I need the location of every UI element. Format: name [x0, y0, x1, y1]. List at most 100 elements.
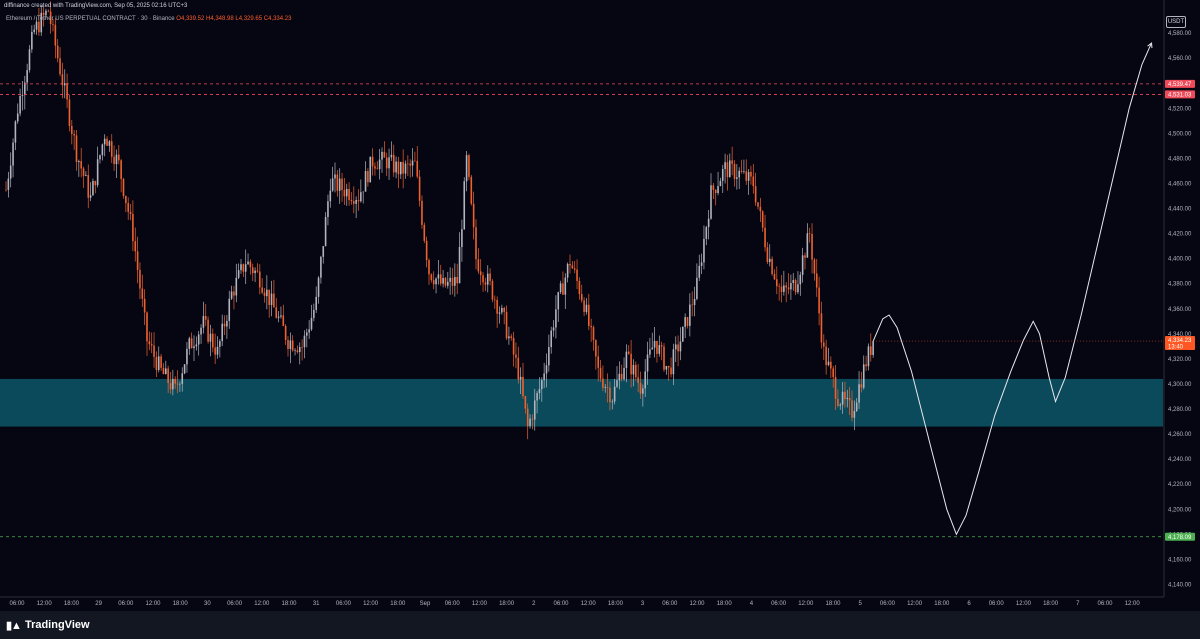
candle-body — [818, 287, 820, 314]
candle-body — [336, 174, 339, 191]
last-price-countdown: 13:40 — [1168, 345, 1184, 351]
candle-body — [397, 161, 400, 175]
x-tick-label: 06:00 — [989, 601, 1005, 607]
tradingview-logo-icon: ▮▲ — [6, 619, 22, 632]
candle-body — [376, 168, 379, 170]
x-tick-label: 31 — [313, 601, 320, 607]
x-tick-label: 12:00 — [689, 601, 705, 607]
candle-body — [545, 365, 548, 374]
candle-body — [223, 323, 226, 327]
candle-body — [813, 259, 816, 274]
candle-body — [639, 382, 642, 394]
candle-body — [559, 283, 562, 293]
candle-body — [209, 333, 212, 342]
candle-body — [416, 160, 419, 177]
candle-body — [656, 340, 658, 354]
candle-body — [512, 337, 515, 355]
candle-body — [45, 10, 47, 16]
price-chart[interactable]: 4,140.004,160.004,180.004,200.004,220.00… — [0, 0, 1200, 639]
candle-body — [364, 171, 367, 192]
candle-body — [625, 351, 628, 368]
candle-body — [830, 361, 832, 369]
candle-body — [310, 317, 313, 330]
y-tick-label: 4,380.00 — [1168, 282, 1192, 288]
candle-body — [195, 344, 198, 347]
candle-body — [167, 368, 169, 384]
candle-body — [844, 391, 846, 400]
candle-body — [437, 274, 440, 279]
candle-body — [482, 275, 484, 283]
candle-body — [381, 151, 383, 160]
candle-body — [226, 320, 228, 327]
candle-body — [327, 201, 329, 217]
candle-body — [444, 277, 447, 286]
candle-body — [783, 285, 785, 292]
candle-body — [56, 45, 59, 59]
candle-body — [120, 160, 122, 179]
candle-body — [407, 163, 409, 165]
candle-body — [101, 144, 104, 156]
y-tick-label: 4,160.00 — [1168, 557, 1192, 563]
candle-body — [63, 83, 66, 86]
candle-body — [602, 378, 604, 388]
x-tick-label: 12:00 — [363, 601, 379, 607]
candle-body — [320, 256, 322, 278]
candle-body — [649, 349, 651, 355]
candle-body — [696, 277, 698, 299]
candle-body — [522, 376, 524, 397]
candle-body — [771, 258, 773, 275]
brand[interactable]: ▮▲ TradingView — [6, 617, 90, 633]
candle-body — [651, 347, 654, 350]
candle-body — [811, 233, 813, 260]
candle-body — [573, 268, 576, 270]
candle-body — [543, 373, 545, 381]
candle-body — [477, 259, 480, 272]
candle-body — [378, 159, 381, 170]
candle-body — [360, 192, 362, 202]
candle-body — [148, 341, 151, 345]
x-tick-label: Sep — [420, 601, 431, 607]
candle-body — [115, 154, 118, 165]
candle-body — [357, 199, 360, 202]
y-tick-label: 4,200.00 — [1168, 507, 1192, 513]
candle-body — [82, 168, 85, 176]
candle-body — [14, 121, 17, 143]
candle-body — [298, 347, 301, 353]
candle-body — [517, 357, 520, 380]
candle-body — [797, 284, 799, 293]
candle-body — [778, 286, 780, 287]
candle-body — [686, 317, 689, 326]
x-tick-label: 12:00 — [145, 601, 161, 607]
y-tick-label: 4,360.00 — [1168, 307, 1192, 313]
x-tick-label: 18:00 — [608, 601, 624, 607]
candle-body — [792, 280, 795, 284]
candle-body — [841, 391, 844, 405]
candle-body — [468, 155, 470, 177]
symbol-legend[interactable]: Ethereum / Tether US PERPETUAL CONTRACT … — [6, 16, 291, 22]
candle-body — [24, 82, 26, 96]
candle-body — [54, 24, 57, 46]
candle-body — [461, 229, 463, 247]
candle-body — [872, 341, 874, 355]
candle-body — [578, 280, 581, 295]
candle-body — [564, 277, 567, 295]
candle-body — [552, 327, 555, 331]
ohlc-close: C4,334.23 — [263, 16, 292, 22]
candle-body — [606, 386, 609, 388]
candle-body — [179, 383, 181, 385]
candle-body — [176, 383, 179, 385]
candle-body — [555, 309, 557, 328]
candle-body — [515, 354, 517, 358]
candle-body — [637, 377, 639, 383]
chart-credit: diffinance created with TradingView.com,… — [4, 3, 188, 9]
candle-body — [96, 159, 99, 186]
candle-body — [665, 366, 668, 370]
candle-body — [125, 195, 127, 204]
candle-body — [620, 373, 623, 380]
currency-unit-button[interactable]: USDT — [1166, 16, 1186, 28]
plot-area[interactable] — [0, 0, 1163, 611]
y-tick-label: 4,260.00 — [1168, 432, 1192, 438]
candle-body — [834, 376, 837, 399]
candle-body — [733, 163, 736, 179]
candle-body — [580, 294, 583, 301]
